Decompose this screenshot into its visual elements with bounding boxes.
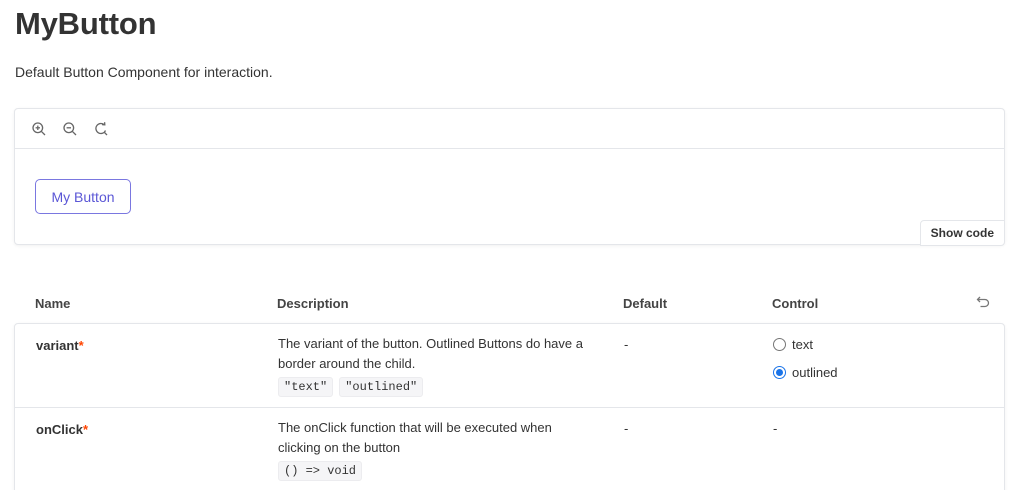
table-row: variant* The variant of the button. Outl…	[15, 324, 1004, 408]
header-description: Description	[277, 296, 349, 311]
table-row: onClick* The onClick function that will …	[15, 408, 1004, 490]
type-chip: "outlined"	[339, 377, 424, 397]
args-table: variant* The variant of the button. Outl…	[14, 323, 1005, 490]
canvas-box: My Button Show code	[14, 108, 1005, 246]
reset-zoom-icon[interactable]	[91, 119, 111, 139]
prop-name: onClick*	[36, 422, 89, 437]
type-chips: () => void	[278, 461, 598, 481]
prop-control: text outlined	[773, 334, 838, 390]
zoom-out-icon[interactable]	[60, 119, 80, 139]
radio-text[interactable]: text	[773, 334, 838, 354]
type-chip: "text"	[278, 377, 334, 397]
required-mark: *	[78, 338, 84, 353]
type-chips: "text" "outlined"	[278, 377, 598, 397]
page-subtitle: Default Button Component for interaction…	[15, 64, 273, 80]
radio-outlined[interactable]: outlined	[773, 362, 838, 382]
header-control: Control	[772, 296, 819, 311]
show-code-button[interactable]: Show code	[919, 220, 1005, 246]
prop-default: -	[624, 421, 629, 436]
radio-button[interactable]	[773, 337, 786, 351]
page-title: MyButton	[15, 6, 157, 41]
type-chip: () => void	[278, 461, 363, 481]
canvas-toolbar	[15, 109, 1004, 149]
required-mark: *	[82, 422, 89, 437]
my-button[interactable]: My Button	[35, 179, 131, 214]
prop-name: variant*	[36, 338, 84, 353]
zoom-in-icon[interactable]	[29, 119, 49, 139]
undo-icon[interactable]	[975, 294, 991, 310]
args-table-header: Name Description Default Control	[14, 290, 1005, 318]
component-preview: My Button Show code	[15, 149, 1005, 246]
prop-description: The variant of the button. Outlined Butt…	[278, 334, 598, 397]
header-name: Name	[35, 296, 71, 311]
prop-control: -	[773, 421, 778, 436]
prop-description: The onClick function that will be execut…	[278, 418, 598, 481]
prop-default: -	[624, 337, 629, 352]
header-default: Default	[623, 296, 668, 311]
radio-button[interactable]	[773, 365, 786, 379]
